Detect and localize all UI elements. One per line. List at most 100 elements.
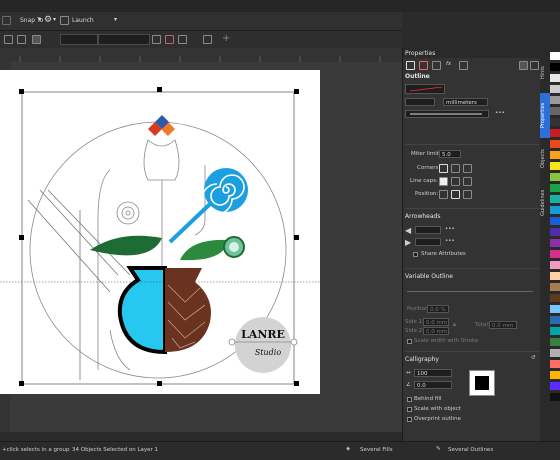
cap-square-icon[interactable] — [463, 177, 472, 186]
artwork: LANRE Studio — [0, 87, 320, 386]
fill-tab-icon[interactable] — [419, 61, 428, 70]
palette-swatch[interactable] — [550, 85, 560, 93]
chevron-down-icon[interactable]: ▾ — [114, 16, 117, 23]
more-icon[interactable]: ••• — [495, 110, 505, 116]
palette-swatch[interactable] — [550, 382, 560, 390]
end-arrow-dropdown[interactable] — [415, 238, 441, 246]
lock-icon[interactable]: 🔒︎ — [453, 322, 456, 329]
palette-swatch[interactable] — [550, 217, 560, 225]
palette-swatch[interactable] — [550, 228, 560, 236]
palette-swatch[interactable] — [550, 140, 560, 148]
overprint-outline-checkbox[interactable] — [407, 417, 412, 422]
palette-swatch[interactable] — [550, 52, 560, 60]
snap-icon[interactable] — [2, 16, 11, 25]
pen-icon[interactable] — [203, 35, 212, 44]
summary-tab-icon[interactable] — [519, 61, 528, 70]
outline-preview[interactable] — [405, 84, 445, 94]
chevron-down-icon[interactable]: ▾ — [38, 16, 41, 23]
palette-swatch[interactable] — [550, 250, 560, 258]
units-dropdown[interactable]: millimeters — [443, 98, 488, 106]
palette-swatch[interactable] — [550, 305, 560, 313]
effects-tab-icon[interactable]: fx — [446, 61, 451, 67]
add-icon[interactable]: + — [222, 33, 230, 44]
palette-swatch[interactable] — [550, 151, 560, 159]
scale-with-object-checkbox[interactable] — [407, 407, 412, 412]
reset-icon[interactable]: ↺ — [531, 355, 536, 361]
chevron-down-icon[interactable]: ▾ — [53, 16, 56, 23]
tab-properties[interactable]: Properties — [540, 93, 550, 138]
ungroup-icon[interactable] — [17, 35, 26, 44]
share-attributes-checkbox[interactable] — [413, 252, 418, 257]
palette-swatch[interactable] — [550, 272, 560, 280]
palette-swatch[interactable] — [550, 360, 560, 368]
cap-round-icon[interactable] — [451, 177, 460, 186]
tab-hints[interactable]: Hints — [540, 58, 550, 88]
angle-input[interactable]: 0.0 — [414, 381, 452, 389]
arrange-icon[interactable] — [152, 35, 161, 44]
palette-swatch[interactable] — [550, 118, 560, 126]
position-outside-icon[interactable] — [439, 190, 448, 199]
palette-swatch[interactable] — [550, 129, 560, 137]
start-arrow-dropdown[interactable] — [415, 226, 441, 234]
outline-width-dropdown[interactable] — [98, 34, 150, 45]
palette-swatch[interactable] — [550, 338, 560, 346]
miter-input[interactable]: 5.0 — [439, 150, 461, 158]
stretch-input[interactable]: 100 — [414, 369, 452, 377]
palette-swatch[interactable] — [550, 96, 560, 104]
lock-icon[interactable] — [530, 61, 539, 70]
palette-swatch[interactable] — [550, 206, 560, 214]
palette-swatch[interactable] — [550, 294, 560, 302]
scale-width-stroke-checkbox[interactable] — [407, 339, 412, 344]
more-icon[interactable]: ••• — [445, 238, 455, 244]
outline-tab-icon[interactable] — [406, 61, 415, 70]
position-center-icon[interactable] — [451, 190, 460, 199]
palette-swatch[interactable] — [550, 349, 560, 357]
launch-dropdown[interactable]: Launch — [72, 17, 94, 24]
side1-input[interactable]: 0.0 mm — [423, 318, 449, 326]
gear-icon[interactable]: ⚙ — [44, 15, 52, 25]
palette-swatch[interactable] — [550, 107, 560, 115]
palette-swatch[interactable] — [550, 74, 560, 82]
total-input[interactable]: 0.0 mm — [489, 321, 517, 329]
side2-input[interactable]: 0.0 mm — [423, 327, 449, 335]
palette-swatch[interactable] — [550, 63, 560, 71]
status-fill[interactable]: Several Fills — [360, 447, 393, 453]
align-icon[interactable] — [165, 35, 174, 44]
cap-butt-icon[interactable] — [439, 177, 448, 186]
convert-icon[interactable] — [178, 35, 187, 44]
group-icon[interactable] — [4, 35, 13, 44]
palette-swatch[interactable] — [550, 195, 560, 203]
palette-swatch[interactable] — [550, 283, 560, 291]
palette-swatch[interactable] — [550, 162, 560, 170]
combine-icon[interactable] — [32, 35, 41, 44]
status-outline[interactable]: Several Outlines — [448, 447, 493, 453]
horizontal-ruler[interactable] — [0, 48, 402, 63]
color-palette — [550, 48, 560, 441]
palette-swatch[interactable] — [550, 371, 560, 379]
corner-bevel-icon[interactable] — [463, 164, 472, 173]
palette-swatch[interactable] — [550, 327, 560, 335]
variable-outline-slider[interactable] — [407, 291, 533, 292]
behind-fill-checkbox[interactable] — [407, 397, 412, 402]
corner-round-icon[interactable] — [451, 164, 460, 173]
fill-color-dropdown[interactable] — [60, 34, 98, 45]
palette-swatch[interactable] — [550, 173, 560, 181]
var-position-input[interactable]: 0.0 % — [427, 305, 449, 313]
nib-preview[interactable] — [469, 370, 495, 396]
tab-guidelines[interactable]: Guidelines — [540, 180, 550, 225]
outline-color[interactable] — [405, 98, 435, 106]
document-page[interactable]: LANRE Studio — [0, 70, 320, 394]
corner-miter-icon[interactable] — [439, 164, 448, 173]
more-icon[interactable]: ••• — [445, 226, 455, 232]
palette-swatch[interactable] — [550, 184, 560, 192]
line-style-dropdown[interactable] — [405, 110, 489, 118]
tab-objects[interactable]: Objects — [540, 144, 550, 174]
palette-swatch[interactable] — [550, 261, 560, 269]
palette-swatch[interactable] — [550, 239, 560, 247]
palette-swatch[interactable] — [550, 316, 560, 324]
position-inside-icon[interactable] — [463, 190, 472, 199]
transparency-tab-icon[interactable] — [432, 61, 441, 70]
grid-tab-icon[interactable] — [459, 61, 468, 70]
palette-swatch[interactable] — [550, 393, 560, 401]
launch-icon[interactable] — [60, 16, 69, 25]
